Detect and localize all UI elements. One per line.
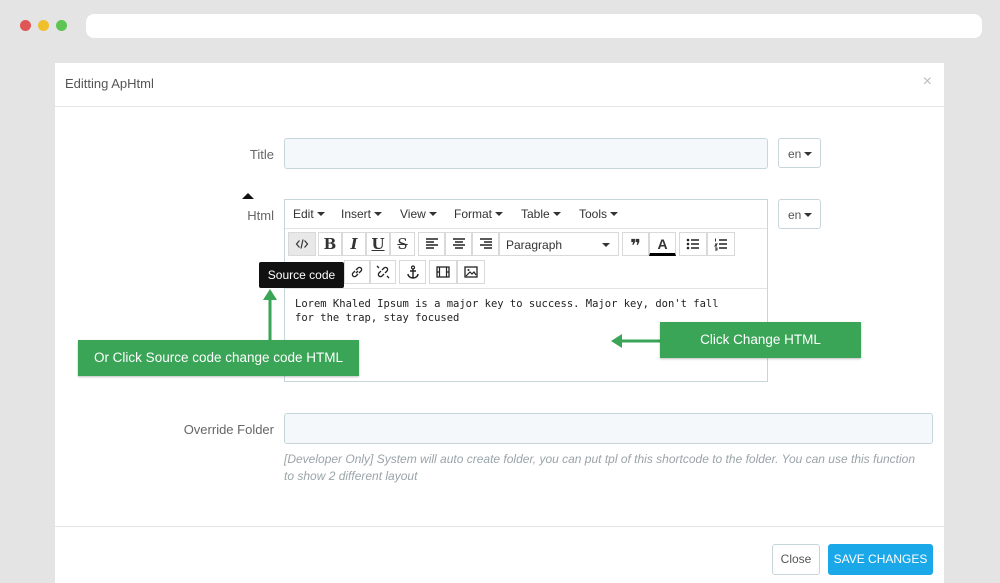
align-right-button[interactable] (472, 232, 499, 256)
menu-edit[interactable]: Edit (293, 207, 325, 221)
block-format-select[interactable]: Paragraph (499, 232, 619, 256)
unlink-button[interactable] (370, 260, 396, 284)
media-icon (436, 266, 450, 278)
chevron-down-icon (428, 211, 437, 216)
menu-insert[interactable]: Insert (341, 207, 383, 221)
title-input[interactable] (284, 138, 768, 169)
chevron-down-icon (316, 211, 325, 216)
html-lang-dropdown[interactable]: en (778, 199, 821, 229)
text-color-icon: A (657, 236, 668, 252)
source-code-tooltip: Source code (259, 262, 344, 288)
chevron-down-icon (804, 151, 813, 156)
italic-button[interactable]: I (342, 232, 366, 256)
chevron-down-icon (804, 212, 813, 217)
italic-icon: I (350, 235, 358, 253)
chevron-down-icon (374, 211, 383, 216)
anchor-button[interactable] (399, 260, 426, 284)
html-label: Html (247, 208, 274, 223)
align-right-icon (479, 238, 492, 249)
window-minimize-dot[interactable] (38, 20, 49, 31)
strikethrough-icon: S (397, 235, 408, 253)
override-folder-label: Override Folder (183, 422, 274, 437)
address-bar[interactable] (86, 14, 982, 38)
numbered-list-button[interactable] (707, 232, 735, 256)
source-code-button[interactable] (288, 232, 316, 256)
title-lang-value: en (788, 147, 802, 161)
anchor-icon (406, 265, 419, 279)
editor-menubar: Edit Insert View Format Table Tools (285, 200, 767, 229)
title-label: Title (249, 147, 274, 162)
menu-format[interactable]: Format (454, 207, 504, 221)
chevron-down-icon (495, 211, 504, 216)
block-format-value: Paragraph (506, 238, 563, 252)
text-color-button[interactable]: A (649, 232, 676, 256)
bold-button[interactable]: B (318, 232, 342, 256)
blockquote-button[interactable]: ❞ (622, 232, 649, 256)
close-button[interactable]: Close (772, 544, 820, 575)
numbered-list-icon (714, 238, 727, 251)
modal-header: Editting ApHtml × (55, 63, 944, 107)
up-arrow-icon (263, 289, 277, 344)
window-maximize-dot[interactable] (56, 20, 67, 31)
source-code-hint-box: Or Click Source code change code HTML (78, 340, 359, 376)
align-center-icon (452, 238, 465, 249)
html-lang-value: en (788, 208, 802, 222)
align-left-icon (425, 238, 438, 249)
menu-tools[interactable]: Tools (579, 207, 619, 221)
close-icon[interactable]: × (923, 73, 932, 91)
image-icon (464, 266, 478, 278)
source-code-icon (295, 239, 309, 249)
left-arrow-icon (611, 334, 660, 348)
strikethrough-button[interactable]: S (390, 232, 415, 256)
override-folder-input[interactable] (284, 413, 933, 444)
underline-icon: U (371, 235, 385, 253)
link-icon (351, 266, 363, 278)
footer-divider (55, 526, 944, 527)
save-changes-button[interactable]: SAVE CHANGES (828, 544, 933, 575)
bold-icon: B (323, 235, 337, 253)
menu-table[interactable]: Table (521, 207, 561, 221)
align-left-button[interactable] (418, 232, 445, 256)
chevron-down-icon (610, 211, 619, 216)
editor-content-text[interactable]: Lorem Khaled Ipsum is a major key to suc… (295, 297, 740, 325)
menu-view[interactable]: View (400, 207, 437, 221)
bullet-list-icon (686, 238, 699, 250)
align-center-button[interactable] (445, 232, 472, 256)
unlink-icon (376, 265, 390, 279)
chevron-down-icon (602, 243, 610, 247)
override-folder-help: [Developer Only] System will auto create… (284, 452, 916, 483)
bullet-list-button[interactable] (679, 232, 707, 256)
browser-bar (0, 0, 1000, 52)
link-button[interactable] (344, 260, 370, 284)
blockquote-icon: ❞ (630, 236, 641, 256)
modal-title: Editting ApHtml (65, 76, 154, 91)
change-html-hint-box: Click Change HTML (660, 322, 861, 358)
underline-button[interactable]: U (366, 232, 390, 256)
tooltip-arrow (242, 193, 254, 199)
media-button[interactable] (429, 260, 457, 284)
image-button[interactable] (457, 260, 485, 284)
chevron-down-icon (552, 211, 561, 216)
title-lang-dropdown[interactable]: en (778, 138, 821, 168)
window-close-dot[interactable] (20, 20, 31, 31)
